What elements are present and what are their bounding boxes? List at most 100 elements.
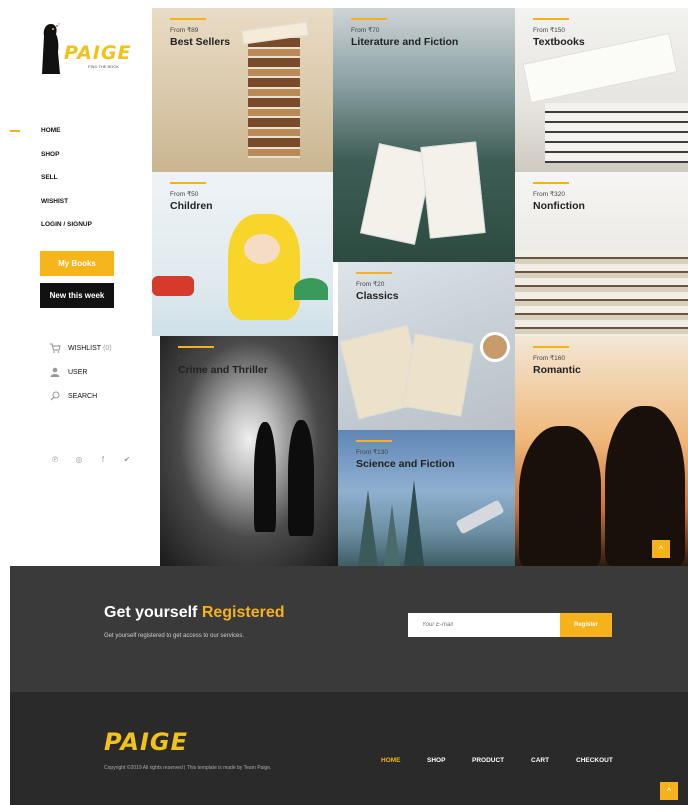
nav-item-home[interactable]: HOME <box>0 125 152 149</box>
tile-caption: From ₹130 Science and Fiction <box>356 440 455 470</box>
green-umbrella-illustration <box>294 278 328 300</box>
tile-price: From ₹20 <box>356 281 385 288</box>
book-pile-image <box>515 250 688 336</box>
footer-copyright: Copyright ©2019 All rights reserved | Th… <box>104 765 272 771</box>
category-tile-nonfiction[interactable]: From ₹320 Nonfiction <box>515 172 688 336</box>
chevron-up-icon: ^ <box>658 544 664 554</box>
wishlist-label: WISHLIST <box>68 344 102 352</box>
nav-item-wishlist[interactable]: WISHIST <box>0 196 152 220</box>
email-input[interactable] <box>408 613 560 637</box>
couple-silhouette-left <box>519 426 601 566</box>
wishlist-count: (0) <box>103 344 112 352</box>
tile-title: Classics <box>356 290 399 302</box>
my-books-button[interactable]: My Books <box>40 251 114 276</box>
book-stack-image <box>248 38 300 158</box>
tile-price: From ₹320 <box>533 191 565 198</box>
tile-price: From ₹160 <box>533 355 565 362</box>
category-tile-literature[interactable]: From ₹70 Literature and Fiction <box>333 8 515 262</box>
tile-title: Children <box>170 200 213 212</box>
nav-item-shop[interactable]: SHOP <box>0 149 152 173</box>
chevron-up-icon: ^ <box>666 786 672 796</box>
accent-bar <box>533 18 569 20</box>
accent-bar <box>533 346 569 348</box>
accent-bar <box>170 18 206 20</box>
tile-price: From ₹50 <box>170 191 199 198</box>
active-indicator <box>10 130 20 132</box>
category-tile-textbooks[interactable]: From ₹150 Textbooks <box>515 8 688 172</box>
register-button[interactable]: Register <box>560 613 612 637</box>
nav-label: WISHIST <box>41 197 69 205</box>
tile-title: Romantic <box>533 364 581 376</box>
social-links: ℗ ◎ f ✔ <box>50 455 132 464</box>
tile-price: From ₹70 <box>351 27 380 34</box>
tile-title: Best Sellers <box>170 36 231 48</box>
register-subtitle: Get yourself registered to get access to… <box>104 633 245 639</box>
site-logo[interactable]: PAIGE FIND THE BOOK <box>38 14 131 78</box>
accent-bar <box>356 272 392 274</box>
cart-icon <box>50 343 62 353</box>
user-link[interactable]: USER <box>50 365 150 379</box>
footer-nav-product[interactable]: PRODUCT <box>472 757 504 764</box>
accent-bar <box>178 346 214 348</box>
register-section: Get yourself Registered Get yourself reg… <box>10 566 688 692</box>
accent-bar <box>170 182 206 184</box>
tower-shape <box>404 480 424 566</box>
tile-caption: From ₹70 Literature and Fiction <box>351 18 458 48</box>
nav-item-login[interactable]: LOGIN / SIGNUP <box>0 219 152 243</box>
tile-price: From ₹180 <box>178 355 210 362</box>
nav-item-sell[interactable]: SELL <box>0 172 152 196</box>
tile-caption: From ₹50 Children <box>170 182 213 212</box>
category-tile-best-sellers[interactable]: From ₹89 Best Sellers <box>152 8 333 172</box>
tile-price: From ₹89 <box>170 27 199 34</box>
logo-wordmark: PAIGE <box>64 42 132 64</box>
category-tile-scifi[interactable]: From ₹130 Science and Fiction <box>338 430 515 566</box>
logo-tagline: FIND THE BOOK <box>88 64 120 69</box>
register-heading-prefix: Get yourself <box>104 604 198 621</box>
new-this-week-button[interactable]: New this week <box>40 283 114 308</box>
search-icon <box>50 391 62 401</box>
tower-shape <box>384 504 400 566</box>
footer-nav-cart[interactable]: CART <box>531 757 549 764</box>
sidebar: PAIGE FIND THE BOOK HOME SHOP SELL WISHI… <box>0 0 152 566</box>
nav-label: HOME <box>41 127 61 134</box>
footer-nav-checkout[interactable]: CHECKOUT <box>576 757 613 764</box>
register-heading-highlight: Registered <box>201 604 285 621</box>
nav-label: LOGIN / SIGNUP <box>41 221 92 228</box>
search-link[interactable]: SEARCH <box>50 389 150 403</box>
category-tile-romantic[interactable]: From ₹160 Romantic <box>515 336 688 566</box>
tile-caption: From ₹180 Crime and Thriller <box>178 346 268 376</box>
footer-logo[interactable]: PAIGE <box>104 728 188 756</box>
category-tile-classics[interactable]: From ₹20 Classics <box>338 262 515 430</box>
footer: PAIGE Copyright ©2019 All rights reserve… <box>10 692 688 805</box>
instagram-icon[interactable]: ◎ <box>74 455 84 464</box>
accent-bar <box>351 18 387 20</box>
tower-shape <box>358 490 378 566</box>
tile-title: Science and Fiction <box>356 458 455 470</box>
search-label: SEARCH <box>68 392 98 400</box>
register-heading: Get yourself Registered <box>104 604 285 622</box>
footer-nav-home[interactable]: HOME <box>381 757 401 764</box>
category-tile-children[interactable]: From ₹50 Children <box>152 172 333 336</box>
red-boot-illustration <box>152 276 194 296</box>
pinterest-icon[interactable]: ℗ <box>50 455 60 464</box>
nav-label: SELL <box>41 174 58 181</box>
category-tile-crime[interactable]: From ₹180 Crime and Thriller <box>160 336 338 566</box>
footer-nav-shop[interactable]: SHOP <box>427 757 445 764</box>
figure-silhouette <box>288 420 314 536</box>
accent-bar <box>533 182 569 184</box>
facebook-icon[interactable]: f <box>98 455 108 464</box>
twitter-icon[interactable]: ✔ <box>122 455 132 464</box>
classic-book-page-right <box>402 333 474 417</box>
tile-caption: From ₹150 Textbooks <box>533 18 585 48</box>
sidebar-nav: HOME SHOP SELL WISHIST LOGIN / SIGNUP <box>0 125 152 243</box>
tile-title: Textbooks <box>533 36 585 48</box>
wishlist-link[interactable]: WISHLIST (0) <box>50 341 150 355</box>
scroll-to-top-button[interactable]: ^ <box>652 540 670 558</box>
footer-scroll-to-top-button[interactable]: ^ <box>660 782 678 800</box>
figure-silhouette <box>254 422 276 532</box>
tile-caption: From ₹160 Romantic <box>533 346 581 376</box>
tile-price: From ₹150 <box>533 27 565 34</box>
spaceship-shape <box>455 499 505 535</box>
logo-girl-icon <box>42 23 60 74</box>
child-raincoat-illustration <box>228 214 300 320</box>
